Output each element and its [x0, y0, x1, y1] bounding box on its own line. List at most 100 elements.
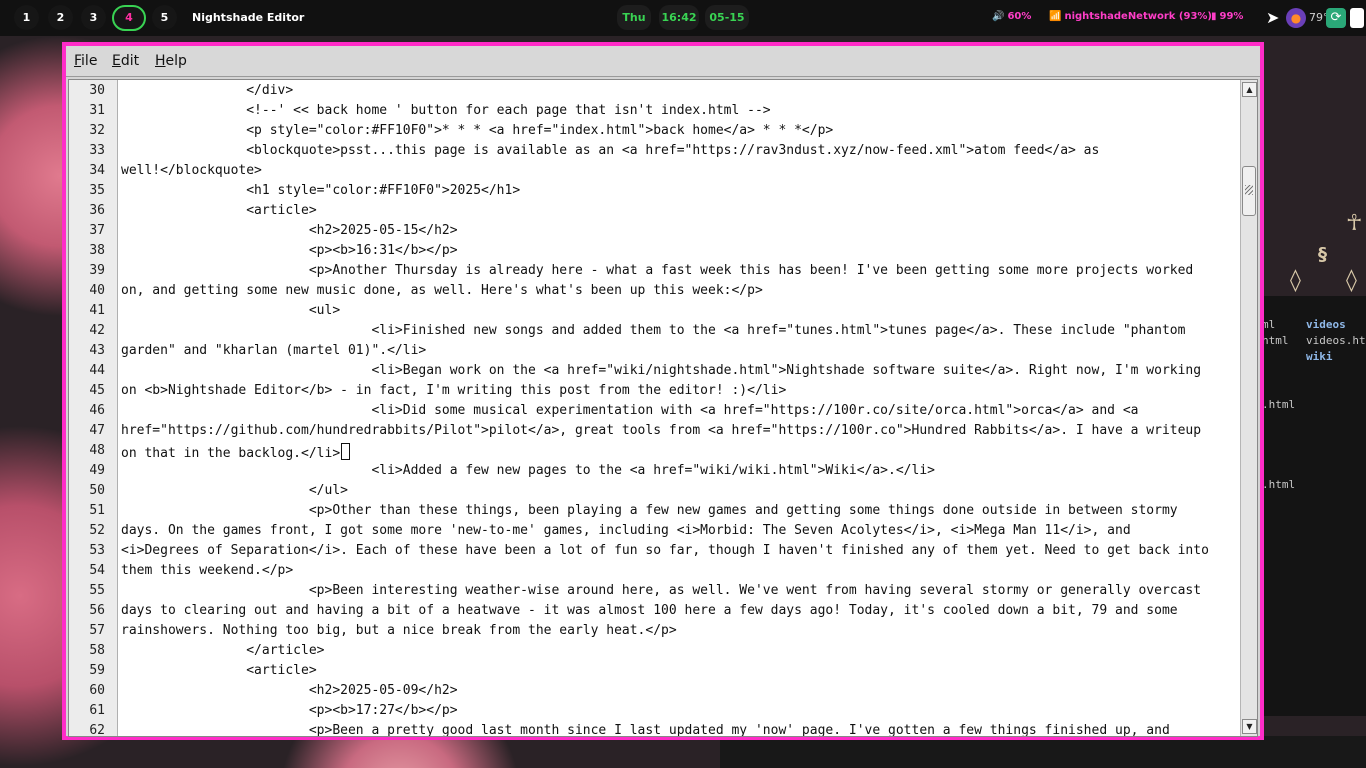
vertical-scrollbar[interactable]: ▲ ▼ — [1240, 80, 1257, 736]
code-line[interactable]: <p>Been interesting weather-wise around … — [121, 583, 1201, 598]
code-line[interactable]: <li>Finished new songs and added them to… — [121, 323, 1185, 338]
line-number: 36 — [89, 203, 105, 218]
wallpaper-glyph: ◊ — [1290, 268, 1301, 293]
workspace-button-2[interactable]: 2 — [48, 5, 73, 30]
workspace-button-5[interactable]: 5 — [152, 5, 177, 30]
code-line[interactable]: <p style="color:#FF10F0">* * * <a href="… — [121, 123, 833, 138]
network-indicator[interactable]: 📶 nightshadeNetwork (93%) — [1049, 11, 1212, 22]
code-line[interactable]: <p>Been a pretty good last month since I… — [121, 723, 1170, 737]
line-number: 49 — [89, 463, 105, 478]
code-line[interactable]: <li>Added a few new pages to the <a href… — [121, 463, 935, 478]
line-number: 51 — [89, 503, 105, 518]
code-line[interactable]: <blockquote>psst...this page is availabl… — [121, 143, 1099, 158]
firefox-tray-icon[interactable]: ● — [1286, 8, 1306, 28]
line-number: 32 — [89, 123, 105, 138]
background-terminal: ml videos html videos.ht wiki .html .htm… — [1262, 296, 1366, 716]
terminal-entry: .html — [1262, 398, 1296, 411]
code-line[interactable]: <li>Did some musical experimentation wit… — [121, 403, 1138, 418]
menu-edit-rest: dit — [120, 53, 140, 69]
code-line[interactable]: <!--' << back home ' button for each pag… — [121, 103, 771, 118]
tray-icon[interactable] — [1350, 8, 1364, 28]
menu-file-rest: ile — [81, 53, 98, 69]
terminal-entry: .html — [1262, 478, 1296, 491]
telegram-tray-icon[interactable]: ➤ — [1266, 8, 1279, 27]
text-cursor — [341, 443, 351, 460]
active-window-title: Nightshade Editor — [192, 11, 305, 24]
battery-icon: ▮ — [1211, 11, 1217, 22]
code-line-text: <p><b>16:31</b></p> — [121, 243, 458, 258]
workspace-button-1[interactable]: 1 — [14, 5, 39, 30]
code-line-text: garden" and "kharlan (martel 01)".</li> — [121, 343, 427, 358]
scroll-down-icon[interactable]: ▼ — [1242, 719, 1257, 734]
code-line[interactable]: <h1 style="color:#FF10F0">2025</h1> — [121, 183, 520, 198]
scrollbar-thumb[interactable] — [1242, 166, 1256, 216]
code-line-text: <li>Began work on the <a href="wiki/nigh… — [121, 363, 1202, 378]
code-line[interactable]: <p><b>17:27</b></p> — [121, 703, 458, 718]
battery-indicator[interactable]: ▮ 99% — [1211, 11, 1243, 22]
line-number: 58 — [89, 643, 105, 658]
code-line[interactable]: rainshowers. Nothing too big, but a nice… — [121, 623, 677, 638]
menu-help[interactable]: Help — [155, 53, 187, 69]
terminal-entry: html — [1262, 334, 1289, 347]
code-line[interactable]: </ul> — [121, 483, 348, 498]
code-line-text: </div> — [121, 83, 294, 98]
editor-window-body: File Edit Help 30 31 32 33 34 35 36 37 38 39 40 41 4… — [66, 46, 1260, 737]
code-line[interactable]: <article> — [121, 663, 316, 678]
code-line-text: <blockquote>psst...this page is availabl… — [121, 143, 1100, 158]
line-number: 60 — [89, 683, 105, 698]
speaker-icon: 🔊 — [992, 11, 1005, 22]
code-line[interactable]: <p>Other than these things, been playing… — [121, 503, 1178, 518]
code-line-text: <h2>2025-05-15</h2> — [121, 223, 458, 238]
code-line[interactable]: well!</blockquote> — [121, 163, 262, 178]
line-number: 53 — [89, 543, 105, 558]
code-line[interactable]: them this weekend.</p> — [121, 563, 293, 578]
code-line[interactable]: garden" and "kharlan (martel 01)".</li> — [121, 343, 426, 358]
code-line-text: them this weekend.</p> — [121, 563, 294, 578]
editor-window: File Edit Help 30 31 32 33 34 35 36 37 38 39 40 41 4… — [62, 42, 1264, 740]
code-line[interactable]: on that in the backlog.</li> — [121, 443, 351, 461]
code-line[interactable]: <i>Degrees of Separation</i>. Each of th… — [121, 543, 1209, 558]
code-line[interactable]: <article> — [121, 203, 316, 218]
line-number: 45 — [89, 383, 105, 398]
clock-time[interactable]: 16:42 — [659, 5, 699, 30]
code-line[interactable]: on <b>Nightshade Editor</b> - in fact, I… — [121, 383, 786, 398]
line-number: 62 — [89, 723, 105, 737]
code-line-text: <p>Been a pretty good last month since I… — [121, 723, 1170, 737]
scroll-up-icon[interactable]: ▲ — [1242, 82, 1257, 97]
code-line[interactable]: </article> — [121, 643, 324, 658]
code-line[interactable]: <li>Began work on the <a href="wiki/nigh… — [121, 363, 1201, 378]
sync-tray-icon[interactable]: ⟳ — [1326, 8, 1346, 28]
code-line[interactable]: <p><b>16:31</b></p> — [121, 243, 458, 258]
workspace-button-3[interactable]: 3 — [81, 5, 106, 30]
code-line[interactable]: on, and getting some new music done, as … — [121, 283, 763, 298]
line-number: 46 — [89, 403, 105, 418]
code-line[interactable]: href="https://github.com/hundredrabbits/… — [121, 423, 1201, 438]
wallpaper-glyph: § — [1318, 244, 1327, 265]
code-line-text: </ul> — [121, 483, 348, 498]
line-number: 52 — [89, 523, 105, 538]
code-line[interactable]: <h2>2025-05-15</h2> — [121, 223, 458, 238]
menu-edit[interactable]: Edit — [112, 53, 139, 69]
code-line[interactable]: <p>Another Thursday is already here - wh… — [121, 263, 1193, 278]
text-editor-area[interactable]: 30 31 32 33 34 35 36 37 38 39 40 41 42 43 44 45 46 47 48 49… — [68, 79, 1258, 737]
code-line-text: days to clearing out and having a bit of… — [121, 603, 1178, 618]
code-line-text: <ul> — [121, 303, 341, 318]
code-text[interactable]: </div> <!--' << back home ' button for e… — [121, 80, 1241, 736]
code-line[interactable]: <ul> — [121, 303, 340, 318]
code-line-text: <li>Finished new songs and added them to… — [121, 323, 1186, 338]
line-number: 57 — [89, 623, 105, 638]
line-number: 31 — [89, 103, 105, 118]
line-number: 30 — [89, 83, 105, 98]
code-line[interactable]: days to clearing out and having a bit of… — [121, 603, 1178, 618]
code-line-text: <!--' << back home ' button for each pag… — [121, 103, 771, 118]
code-line[interactable]: <h2>2025-05-09</h2> — [121, 683, 458, 698]
code-line[interactable]: days. On the games front, I got some mor… — [121, 523, 1131, 538]
workspace-button-4[interactable]: 4 — [112, 5, 146, 31]
code-line[interactable]: </div> — [121, 83, 293, 98]
code-line-text: <p>Another Thursday is already here - wh… — [121, 263, 1194, 278]
line-number: 44 — [89, 363, 105, 378]
menu-file[interactable]: File — [74, 53, 97, 69]
line-number: 56 — [89, 603, 105, 618]
line-number: 42 — [89, 323, 105, 338]
volume-indicator[interactable]: 🔊 60% — [992, 11, 1031, 22]
